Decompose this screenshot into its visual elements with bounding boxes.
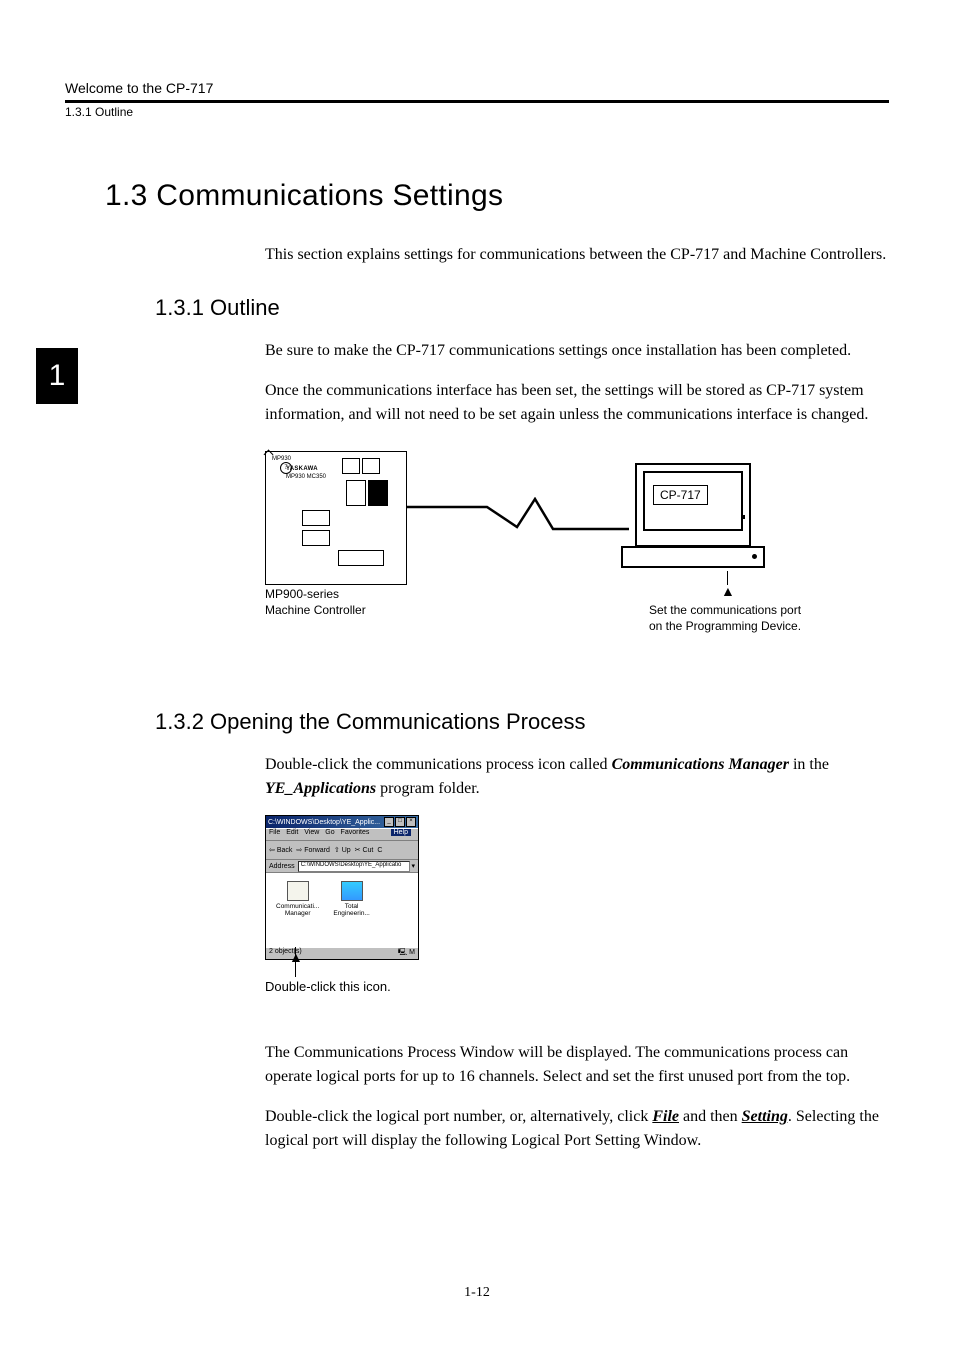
- screenshot-caption: Double-click this icon.: [265, 979, 391, 994]
- address-dropdown-icon: ▾: [411, 862, 415, 870]
- tb-copy: C: [377, 847, 382, 854]
- diagram-left-caption-l1: MP900-series: [265, 587, 339, 601]
- sub2-p3-mid: and then: [679, 1108, 742, 1125]
- diagram-left-caption: MP900-series Machine Controller: [265, 587, 366, 618]
- chapter-tab: 1: [36, 348, 78, 404]
- diagram-right-caption-l1: Set the communications port: [649, 603, 801, 617]
- up-arrow-icon: ▲: [721, 583, 735, 599]
- running-head: Welcome to the CP-717: [65, 80, 889, 103]
- diagram-right-caption: Set the communications port on the Progr…: [635, 603, 815, 634]
- page-number: 1-12: [0, 1285, 954, 1301]
- diagram-right-caption-l2: on the Programming Device.: [649, 619, 801, 633]
- maximize-icon: □: [395, 817, 405, 827]
- icon2-l2: Engineerin...: [333, 910, 370, 917]
- total-eng-icon: [341, 881, 363, 901]
- menu-file: File: [269, 829, 280, 836]
- subsection-1-heading: 1.3.1 Outline: [155, 295, 889, 321]
- sub2-p1-mid: in the: [789, 756, 829, 773]
- connection-zigzag-icon: [407, 497, 629, 537]
- sub2-p1: Double-click the communications process …: [265, 753, 889, 801]
- subsection-2-heading: 1.3.2 Opening the Communications Process: [155, 709, 889, 735]
- diagram: MP930 YASKAWA MP930 MC350 ? CP-717 MP900…: [265, 451, 889, 651]
- address-field: C:\WINDOWS\Desktop\YE_Applicatio: [298, 861, 411, 872]
- close-icon: ×: [406, 817, 416, 827]
- status-right: 🖳 M: [398, 948, 415, 959]
- sub2-p1-bold1: Communications Manager: [612, 756, 789, 773]
- sub2-p3-file: File: [652, 1108, 679, 1125]
- pc-label: CP-717: [653, 485, 708, 505]
- menu-favorites: Favorites: [341, 829, 370, 836]
- icon-total-engineering: Total Engineerin...: [333, 881, 370, 939]
- explorer-window: C:\WINDOWS\Desktop\YE_Applic... _ □ × Fi…: [265, 815, 419, 960]
- tb-cut: ✂ Cut: [355, 846, 374, 854]
- menubar: File Edit View Go Favorites Help: [266, 828, 418, 841]
- address-bar: Address C:\WINDOWS\Desktop\YE_Applicatio…: [266, 860, 418, 873]
- window-title: C:\WINDOWS\Desktop\YE_Applic...: [268, 819, 380, 826]
- controller-outline: MP930 YASKAWA MP930 MC350 ?: [265, 451, 407, 585]
- running-subhead: 1.3.1 Outline: [65, 105, 889, 119]
- menu-view: View: [304, 829, 319, 836]
- section-title: 1.3 Communications Settings: [105, 179, 889, 213]
- section-intro: This section explains settings for commu…: [265, 243, 889, 267]
- client-area: Communicati... Manager Total Engineerin.…: [266, 873, 418, 947]
- sub2-p3-prefix: Double-click the logical port number, or…: [265, 1108, 652, 1125]
- screenshot: C:\WINDOWS\Desktop\YE_Applic... _ □ × Fi…: [265, 815, 889, 1025]
- window-titlebar: C:\WINDOWS\Desktop\YE_Applic... _ □ ×: [266, 816, 418, 828]
- icon-communications-manager: Communicati... Manager: [276, 881, 319, 939]
- icon2-l1: Total: [345, 903, 359, 910]
- tb-up: ⇧ Up: [334, 846, 351, 854]
- toolbar: ⇦ Back ⇨ Forward ⇧ Up ✂ Cut C: [266, 841, 418, 860]
- menu-help: Help: [391, 829, 411, 836]
- minimize-icon: _: [384, 817, 394, 827]
- tb-back: ⇦ Back: [269, 846, 292, 854]
- controller-model: MP930 MC350: [286, 474, 326, 480]
- comm-manager-icon: [287, 881, 309, 901]
- sub2-p2: The Communications Process Window will b…: [265, 1041, 889, 1089]
- diagram-left-caption-l2: Machine Controller: [265, 603, 366, 617]
- sub1-p1: Be sure to make the CP-717 communication…: [265, 339, 889, 363]
- controller-top-label: MP930: [272, 456, 291, 462]
- sub2-p1-prefix: Double-click the communications process …: [265, 756, 612, 773]
- sub1-p2: Once the communications interface has be…: [265, 379, 889, 427]
- address-label: Address: [269, 863, 295, 870]
- menu-go: Go: [325, 829, 334, 836]
- tb-forward: ⇨ Forward: [296, 846, 330, 854]
- menu-edit: Edit: [286, 829, 298, 836]
- pc-base: [621, 546, 765, 568]
- icon1-l1: Communicati...: [276, 903, 319, 910]
- icon1-l2: Manager: [285, 910, 311, 917]
- sub2-p1-bold2: YE_Applications: [265, 780, 376, 797]
- sub2-p3: Double-click the logical port number, or…: [265, 1105, 889, 1153]
- sub2-p3-setting: Setting: [742, 1108, 788, 1125]
- sub2-p1-suffix: program folder.: [376, 780, 480, 797]
